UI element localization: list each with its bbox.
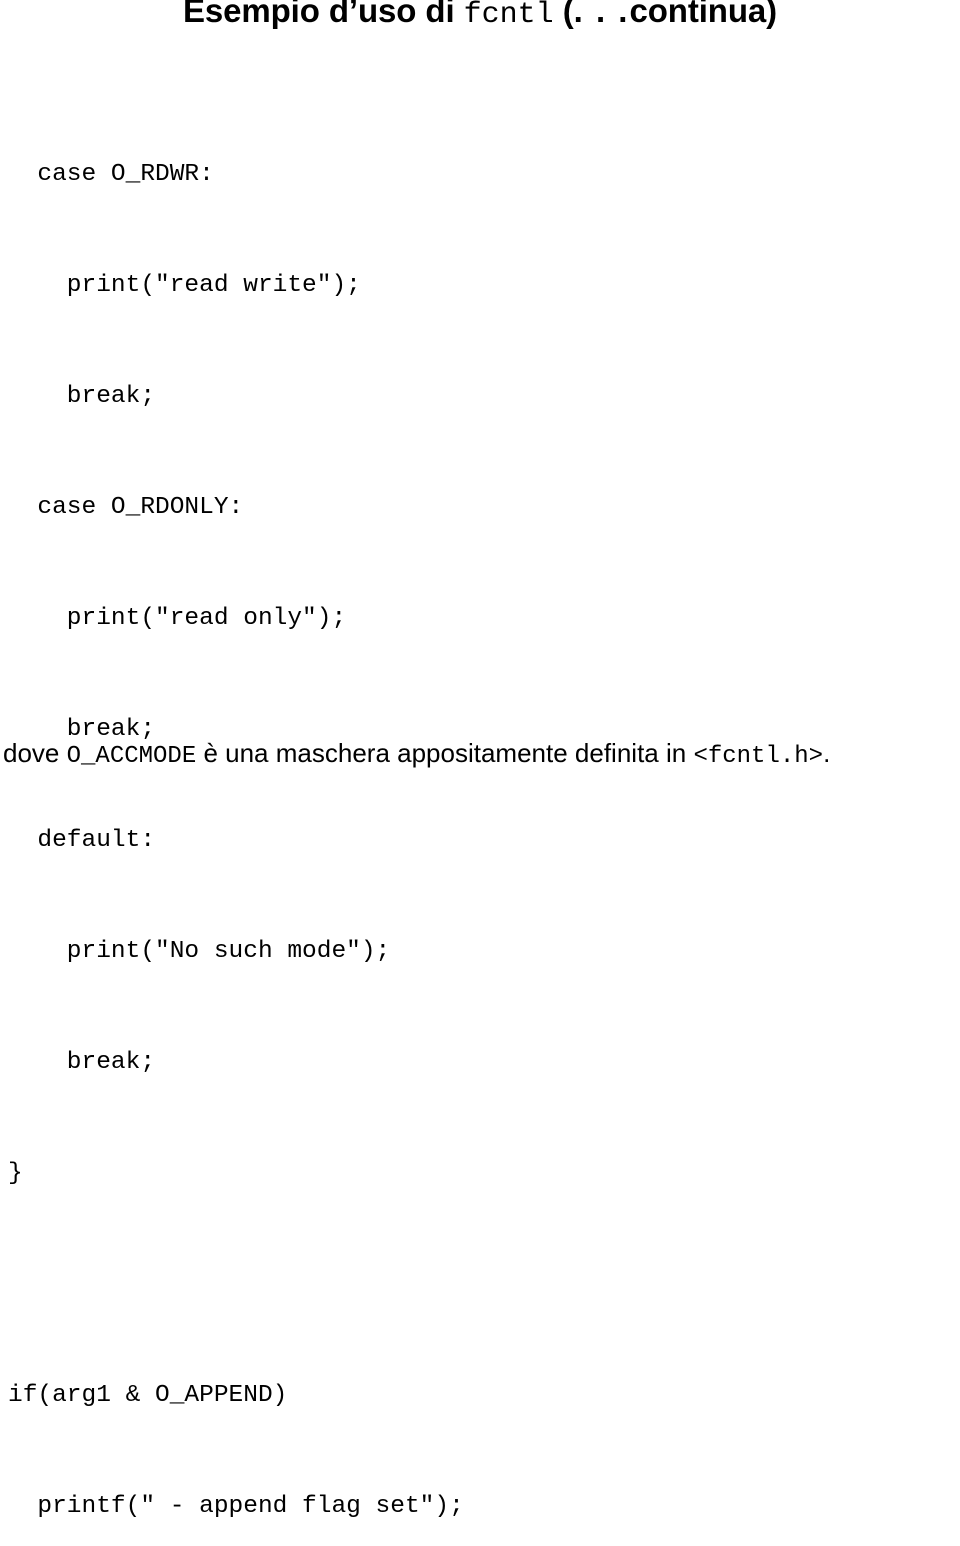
footnote-part-3: .: [823, 738, 831, 768]
slide-title-suffix-open: (: [553, 0, 574, 29]
slide-title-ellipsis: . . .: [573, 0, 630, 29]
slide-title: Esempio d’uso di fcntl (. . .continua): [0, 0, 960, 35]
code-line: default:: [8, 827, 156, 854]
slide-title-mono-term: fcntl: [463, 0, 554, 32]
code-line: case O_RDONLY:: [8, 494, 244, 521]
footnote-part-1: dove: [3, 738, 67, 768]
code-line: print("read only");: [8, 605, 347, 632]
slide-title-prefix: Esempio d’uso di: [182, 0, 464, 29]
slide-title-suffix-close: continua): [629, 0, 778, 29]
code-block: case O_RDWR: print("read write"); break;…: [8, 82, 464, 1546]
footnote-part-2: è una maschera appositamente definita in: [196, 738, 694, 768]
code-line: print("No such mode");: [8, 938, 391, 965]
footnote-mono-accmode: O_ACCMODE: [66, 743, 197, 770]
code-line: printf(" - append flag set");: [8, 1493, 464, 1520]
code-line: print("read write");: [8, 272, 361, 299]
footnote-mono-header: <fcntl.h>: [693, 743, 824, 770]
code-line: if(arg1 & O_APPEND): [8, 1382, 288, 1409]
code-line: }: [8, 1160, 23, 1187]
code-line: case O_RDWR:: [8, 161, 214, 188]
code-line: break;: [8, 1049, 156, 1076]
code-line: break;: [8, 383, 156, 410]
footnote: dove O_ACCMODE è una maschera appositame…: [3, 737, 830, 773]
